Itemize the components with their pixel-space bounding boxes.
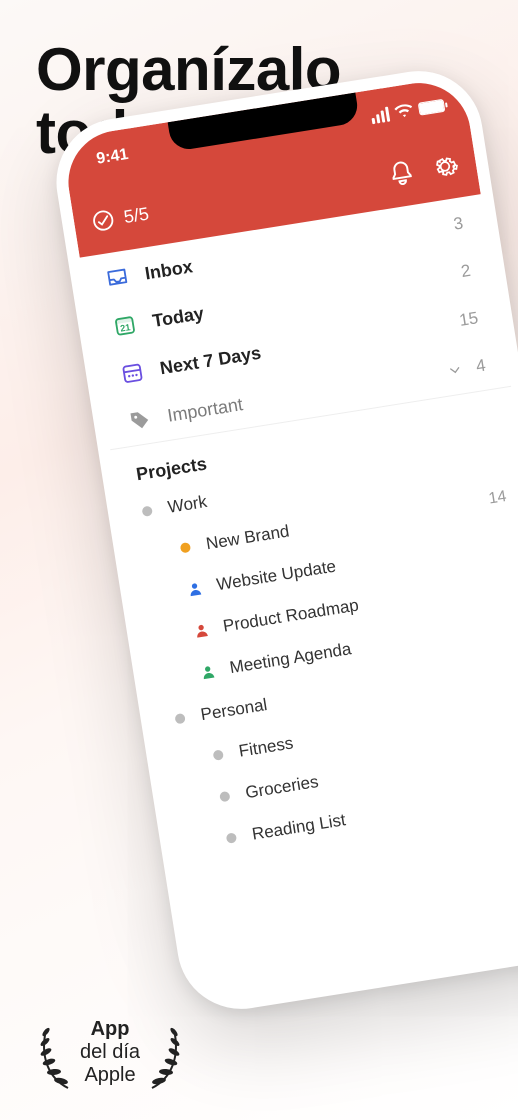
- svg-text:21: 21: [119, 322, 131, 333]
- chevron-down-icon: [445, 361, 463, 379]
- project-color-dot: [226, 832, 237, 843]
- filter-count: 4: [475, 356, 487, 377]
- battery-icon: [418, 98, 446, 115]
- smart-list-count: 2: [460, 261, 472, 282]
- project-color-dot: [180, 542, 191, 553]
- laurel-right-icon: [144, 1012, 184, 1092]
- phone-mockup: 9:41 5/5: [47, 62, 518, 1018]
- smart-list-count: 3: [452, 213, 464, 234]
- calendar-week-icon: [117, 359, 148, 387]
- cellular-signal-icon: [370, 106, 390, 124]
- status-time: 9:41: [95, 146, 129, 169]
- person-icon: [199, 663, 217, 681]
- gear-icon[interactable]: [430, 152, 460, 182]
- tag-icon: [124, 406, 155, 434]
- calendar-today-icon: 21: [109, 311, 140, 339]
- project-color-dot: [219, 791, 230, 802]
- project-color-dot: [174, 713, 185, 724]
- award-badge: App del día Apple: [36, 1012, 184, 1092]
- sidebar-list: Inbox 3 21 Today 2 Next 7 Days 15: [80, 194, 518, 1004]
- progress-indicator[interactable]: 5/5: [91, 202, 151, 233]
- project-color-dot: [142, 506, 153, 517]
- award-line-3: Apple: [80, 1064, 140, 1087]
- project-color-dot: [213, 749, 224, 760]
- person-icon: [192, 621, 210, 639]
- award-line-2: del día: [80, 1041, 140, 1064]
- inbox-icon: [102, 264, 133, 292]
- laurel-left-icon: [36, 1012, 76, 1092]
- bell-icon[interactable]: [387, 158, 417, 188]
- progress-ring-icon: [91, 208, 116, 233]
- progress-value: 5/5: [122, 203, 150, 228]
- project-count: 14: [487, 488, 507, 509]
- award-line-1: App: [80, 1018, 140, 1041]
- wifi-icon: [394, 103, 414, 120]
- person-icon: [186, 580, 204, 598]
- smart-list-count: 15: [458, 308, 480, 331]
